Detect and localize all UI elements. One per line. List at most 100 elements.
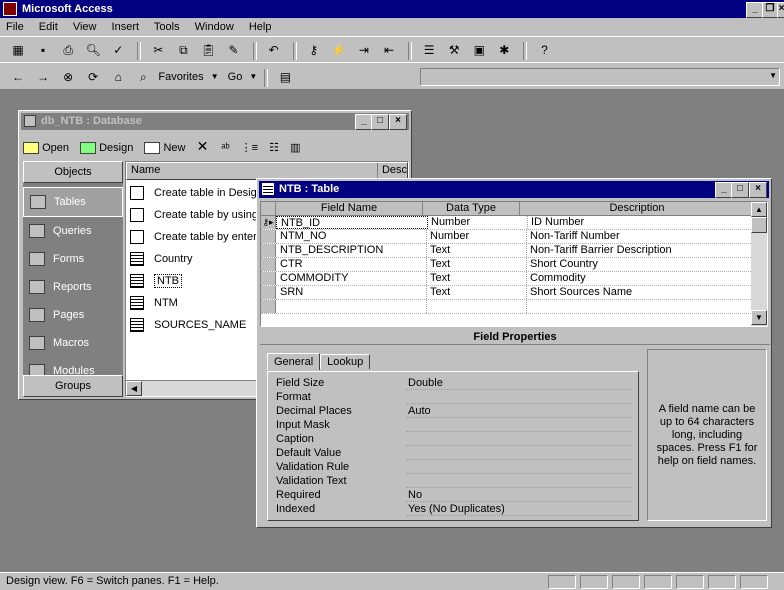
- table-window-titlebar[interactable]: NTB : Table _ □ ×: [259, 181, 769, 198]
- description-cell[interactable]: ID Number: [528, 216, 751, 229]
- menu-edit[interactable]: Edit: [39, 21, 58, 33]
- property-row[interactable]: Caption: [274, 432, 632, 446]
- large-icons-icon[interactable]: ᵃᵇ: [221, 142, 229, 154]
- property-value[interactable]: Yes (No Duplicates): [406, 502, 632, 516]
- new-icon[interactable]: [144, 142, 161, 155]
- open-icon[interactable]: [23, 142, 39, 155]
- home-icon[interactable]: ⌂: [108, 67, 128, 87]
- property-value[interactable]: [406, 446, 632, 460]
- description-cell[interactable]: Short Sources Name: [527, 286, 751, 299]
- design-icon[interactable]: [80, 142, 97, 155]
- data-type-cell[interactable]: Number: [427, 230, 527, 243]
- help-icon[interactable]: ?: [534, 40, 554, 60]
- data-type-cell[interactable]: Number: [428, 216, 528, 229]
- field-name-cell[interactable]: NTB_DESCRIPTION: [276, 244, 427, 257]
- format-painter-icon[interactable]: ✎: [224, 40, 244, 60]
- table-row[interactable]: COMMODITY Text Commodity: [261, 272, 751, 286]
- indexes-icon[interactable]: ⚡: [329, 40, 349, 60]
- data-type-cell[interactable]: Text: [427, 272, 527, 285]
- objects-item-pages[interactable]: Pages: [23, 301, 123, 329]
- field-name-cell[interactable]: NTM_NO: [276, 230, 427, 243]
- paste-icon[interactable]: 📋︎: [199, 40, 219, 60]
- property-row[interactable]: Format: [274, 390, 632, 404]
- vertical-scrollbar[interactable]: ▲ ▼: [751, 202, 767, 326]
- desc-column-header[interactable]: Desc: [378, 163, 407, 179]
- property-value[interactable]: Double: [406, 376, 632, 390]
- property-row[interactable]: Validation Rule: [274, 460, 632, 474]
- address-combo[interactable]: ▼: [420, 68, 780, 86]
- property-row[interactable]: Validation Text: [274, 474, 632, 488]
- close-icon[interactable]: ×: [749, 182, 767, 198]
- menu-window[interactable]: Window: [195, 21, 234, 33]
- field-name-cell[interactable]: CTR: [276, 258, 427, 271]
- description-cell[interactable]: Non-Tariff Number: [527, 230, 751, 243]
- name-column-header[interactable]: Name: [127, 163, 378, 179]
- property-row[interactable]: Field Size Double: [274, 376, 632, 390]
- objects-item-tables[interactable]: Tables: [23, 187, 123, 217]
- field-name-cell[interactable]: COMMODITY: [276, 272, 427, 285]
- field-name-cell[interactable]: NTB_ID: [276, 216, 428, 229]
- database-window-titlebar[interactable]: db_NTB : Database _ □ ×: [21, 113, 409, 130]
- cut-icon[interactable]: ✂: [148, 40, 168, 60]
- close-icon[interactable]: ×: [777, 2, 784, 18]
- objects-header[interactable]: Objects: [23, 161, 123, 183]
- primary-key-icon[interactable]: ⚷▸: [261, 216, 276, 229]
- go-button[interactable]: Go: [228, 71, 243, 83]
- menu-insert[interactable]: Insert: [112, 21, 140, 33]
- open-button[interactable]: Open: [42, 142, 69, 154]
- stop-icon[interactable]: ⊗: [58, 67, 78, 87]
- refresh-icon[interactable]: ⟳: [83, 67, 103, 87]
- objects-item-macros[interactable]: Macros: [23, 329, 123, 357]
- close-icon[interactable]: ×: [389, 114, 407, 130]
- scroll-thumb[interactable]: [751, 217, 767, 233]
- properties-icon[interactable]: ☰: [419, 40, 439, 60]
- tab-general[interactable]: General: [267, 353, 321, 370]
- tab-lookup[interactable]: Lookup: [320, 354, 371, 369]
- data-type-cell[interactable]: Text: [427, 244, 527, 257]
- table-row[interactable]: [261, 300, 751, 314]
- property-row[interactable]: Input Mask: [274, 418, 632, 432]
- property-value[interactable]: [406, 390, 632, 404]
- build-icon[interactable]: ⚒: [444, 40, 464, 60]
- table-row[interactable]: ⚷▸ NTB_ID Number ID Number: [261, 216, 751, 230]
- property-row[interactable]: Indexed Yes (No Duplicates): [274, 502, 632, 516]
- property-row[interactable]: Decimal Places Auto: [274, 404, 632, 418]
- scroll-down-icon[interactable]: ▼: [751, 310, 767, 325]
- details-view-icon[interactable]: ▥: [290, 142, 300, 154]
- copy-icon[interactable]: ⧉: [173, 40, 193, 60]
- maximize-icon[interactable]: □: [371, 114, 389, 130]
- print-preview-icon[interactable]: 🔍︎: [83, 40, 103, 60]
- property-value[interactable]: Auto: [406, 404, 632, 418]
- primary-key-icon[interactable]: ⚷: [304, 40, 324, 60]
- small-icons-icon[interactable]: ⋮≡: [241, 142, 258, 154]
- property-row[interactable]: Default Value: [274, 446, 632, 460]
- field-name-cell[interactable]: SRN: [276, 286, 427, 299]
- description-cell[interactable]: Short Country: [527, 258, 751, 271]
- spelling-icon[interactable]: ✓: [108, 40, 128, 60]
- delete-icon[interactable]: ✕: [197, 138, 209, 154]
- table-row[interactable]: NTM_NO Number Non-Tariff Number: [261, 230, 751, 244]
- data-type-cell[interactable]: Text: [427, 258, 527, 271]
- favorites-button[interactable]: Favorites: [158, 71, 203, 83]
- menu-file[interactable]: File: [6, 21, 24, 33]
- data-type-cell[interactable]: Text: [427, 286, 527, 299]
- property-value[interactable]: No: [406, 488, 632, 502]
- design-button[interactable]: Design: [99, 142, 133, 154]
- property-value[interactable]: [406, 474, 632, 488]
- view-icon[interactable]: ▦: [8, 40, 28, 60]
- save-icon[interactable]: ▪: [33, 40, 53, 60]
- property-value[interactable]: [406, 432, 632, 446]
- groups-header[interactable]: Groups: [23, 375, 123, 397]
- description-cell[interactable]: Non-Tariff Barrier Description: [527, 244, 751, 257]
- description-cell[interactable]: Commodity: [527, 272, 751, 285]
- property-row[interactable]: Required No: [274, 488, 632, 502]
- objects-item-forms[interactable]: Forms: [23, 245, 123, 273]
- list-view-icon[interactable]: ☷: [269, 142, 279, 154]
- search-web-icon[interactable]: ⌕: [133, 67, 153, 87]
- maximize-icon[interactable]: □: [731, 182, 749, 198]
- undo-icon[interactable]: ↶: [264, 40, 284, 60]
- forward-icon[interactable]: →: [33, 67, 53, 87]
- scroll-left-icon[interactable]: ◀: [126, 381, 142, 396]
- menu-tools[interactable]: Tools: [154, 21, 180, 33]
- database-window-icon[interactable]: ▣: [469, 40, 489, 60]
